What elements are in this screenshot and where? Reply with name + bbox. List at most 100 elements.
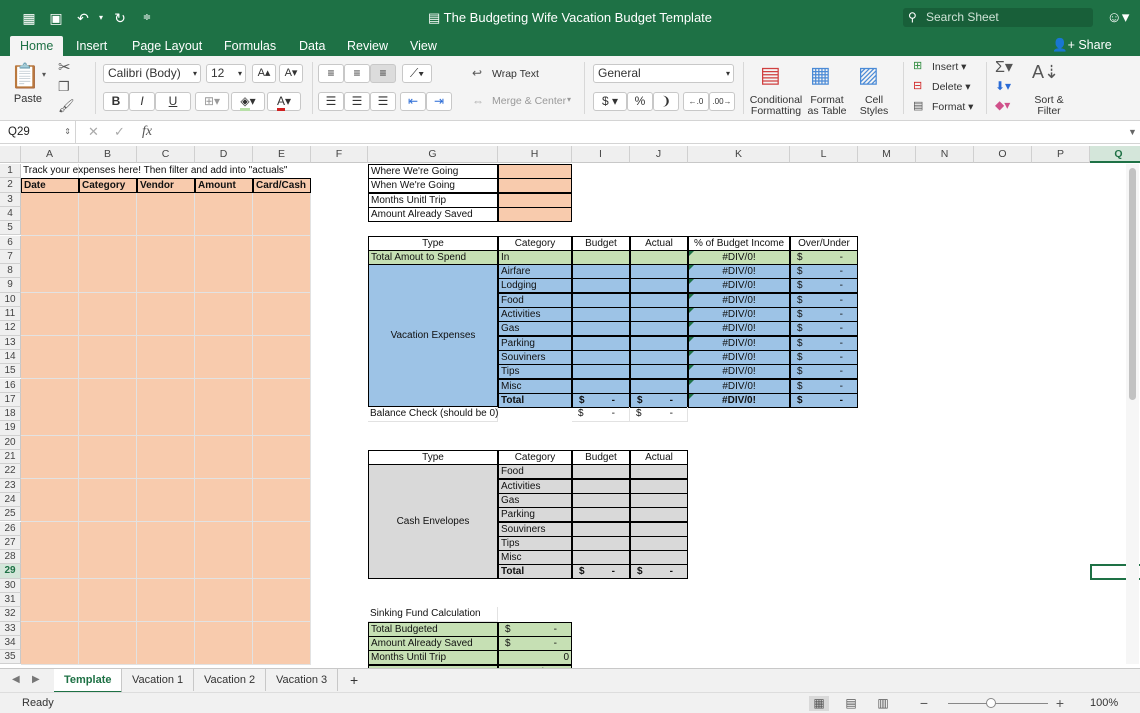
expense-cell[interactable]	[253, 421, 311, 437]
budget-category[interactable]: Gas	[498, 321, 572, 337]
zoom-slider[interactable]	[948, 703, 1048, 704]
expense-cell[interactable]	[195, 464, 253, 480]
expense-cell[interactable]	[21, 521, 79, 537]
undo-dropdown-icon[interactable]: ▾	[92, 9, 110, 27]
format-as-table-icon[interactable]: ▦	[810, 62, 831, 88]
expense-cell[interactable]	[79, 621, 137, 637]
budget-header-4[interactable]: % of Budget Income	[688, 235, 790, 251]
search-input[interactable]: ⚲ Search Sheet	[903, 8, 1093, 27]
expense-cell[interactable]	[195, 364, 253, 380]
expense-cell[interactable]	[195, 307, 253, 322]
budget-category[interactable]: Tips	[498, 364, 572, 380]
format-painter-icon[interactable]: 🖌	[58, 98, 75, 114]
scroll-thumb[interactable]	[1129, 168, 1136, 400]
cash-actual[interactable]	[630, 464, 688, 480]
expense-cell[interactable]	[79, 264, 137, 280]
expense-cell[interactable]	[253, 235, 311, 251]
increase-font-button[interactable]: A▴	[252, 64, 276, 83]
cut-icon[interactable]: ✂	[58, 58, 71, 76]
column-header-m[interactable]: M	[858, 146, 916, 163]
expense-cell[interactable]	[137, 650, 195, 666]
row-header-15[interactable]: 15	[0, 364, 21, 379]
expense-cell[interactable]	[195, 221, 253, 237]
expense-cell[interactable]	[137, 521, 195, 537]
redo-icon[interactable]: ↻	[111, 9, 129, 27]
expense-cell[interactable]	[79, 521, 137, 537]
budget-total-pct[interactable]: #DIV/0!	[688, 392, 790, 408]
expense-cell[interactable]	[21, 607, 79, 623]
total-amount-pct[interactable]: #DIV/0!	[688, 249, 790, 265]
wrap-text-button[interactable]: Wrap Text	[492, 69, 539, 80]
align-center-button[interactable]: ☰	[344, 92, 370, 111]
expense-cell[interactable]	[195, 564, 253, 580]
expense-cell[interactable]	[79, 249, 137, 265]
expense-cell[interactable]	[253, 464, 311, 480]
expense-header-vendor[interactable]: Vendor	[137, 178, 195, 194]
cash-budget[interactable]	[572, 535, 630, 551]
expense-cell[interactable]	[21, 378, 79, 394]
expense-header-cardcash[interactable]: Card/Cash	[253, 178, 311, 194]
cash-budget[interactable]	[572, 550, 630, 566]
expense-cell[interactable]	[195, 235, 253, 251]
cash-actual[interactable]	[630, 507, 688, 523]
row-header-32[interactable]: 32	[0, 607, 21, 622]
expense-cell[interactable]	[253, 578, 311, 594]
formula-input[interactable]	[160, 124, 1120, 140]
cash-category[interactable]: Food	[498, 464, 572, 480]
row-header-24[interactable]: 24	[0, 492, 21, 508]
expense-cell[interactable]	[137, 550, 195, 566]
align-right-button[interactable]: ☰	[370, 92, 396, 111]
zoom-in-button[interactable]: +	[1050, 696, 1070, 711]
expense-cell[interactable]	[253, 307, 311, 322]
row-header-31[interactable]: 31	[0, 593, 21, 608]
expense-cell[interactable]	[137, 492, 195, 508]
expense-header-amount[interactable]: Amount	[195, 178, 253, 194]
expense-cell[interactable]	[253, 192, 311, 208]
expense-cell[interactable]	[253, 278, 311, 294]
expense-cell[interactable]	[21, 435, 79, 451]
sinking-fund-label[interactable]: Total Budgeted	[368, 621, 498, 637]
expense-cell[interactable]	[79, 349, 137, 365]
budget-value[interactable]	[572, 364, 630, 380]
expense-cell[interactable]	[137, 635, 195, 651]
align-left-button[interactable]: ☰	[318, 92, 344, 111]
tab-view[interactable]: View	[400, 36, 447, 56]
format-as-table-button[interactable]: Format as Table	[804, 95, 850, 117]
expense-cell[interactable]	[79, 593, 137, 608]
budget-value[interactable]	[572, 335, 630, 351]
tab-formulas[interactable]: Formulas	[214, 36, 286, 56]
expense-cell[interactable]	[253, 321, 311, 337]
vertical-scrollbar[interactable]	[1126, 164, 1139, 664]
row-header-10[interactable]: 10	[0, 292, 21, 307]
row-header-7[interactable]: 7	[0, 249, 21, 265]
copy-icon[interactable]: ❐	[58, 79, 70, 95]
expense-cell[interactable]	[137, 364, 195, 380]
column-header-o[interactable]: O	[974, 146, 1032, 163]
expense-cell[interactable]	[195, 264, 253, 280]
expense-cell[interactable]	[195, 478, 253, 494]
expense-cell[interactable]	[253, 364, 311, 380]
column-header-q[interactable]: Q	[1090, 146, 1140, 163]
budget-total-over[interactable]: $ -	[790, 392, 858, 408]
balance-check-budget[interactable]: $ -	[572, 407, 630, 423]
expense-cell[interactable]	[195, 650, 253, 666]
over-under[interactable]: $ -	[790, 278, 858, 294]
italic-button[interactable]: I	[129, 92, 155, 111]
row-header-35[interactable]: 35	[0, 650, 21, 665]
pct-budget-income[interactable]: #DIV/0!	[688, 378, 790, 394]
expense-cell[interactable]	[137, 450, 195, 465]
pct-budget-income[interactable]: #DIV/0!	[688, 335, 790, 351]
tab-insert[interactable]: Insert	[66, 36, 117, 56]
zoom-out-button[interactable]: −	[914, 696, 934, 711]
trip-info-value[interactable]	[498, 192, 572, 208]
expense-cell[interactable]	[195, 578, 253, 594]
cancel-icon[interactable]: ✕	[88, 121, 99, 143]
expense-cell[interactable]	[21, 492, 79, 508]
row-header-28[interactable]: 28	[0, 550, 21, 565]
sheet-tab-vacation-1[interactable]: Vacation 1	[122, 669, 195, 691]
column-header-c[interactable]: C	[137, 146, 195, 163]
autosum-icon[interactable]: Σ▾	[995, 57, 1013, 77]
expense-cell[interactable]	[253, 378, 311, 394]
trip-info-label[interactable]: When We're Going	[368, 178, 498, 194]
cash-category[interactable]: Gas	[498, 492, 572, 508]
